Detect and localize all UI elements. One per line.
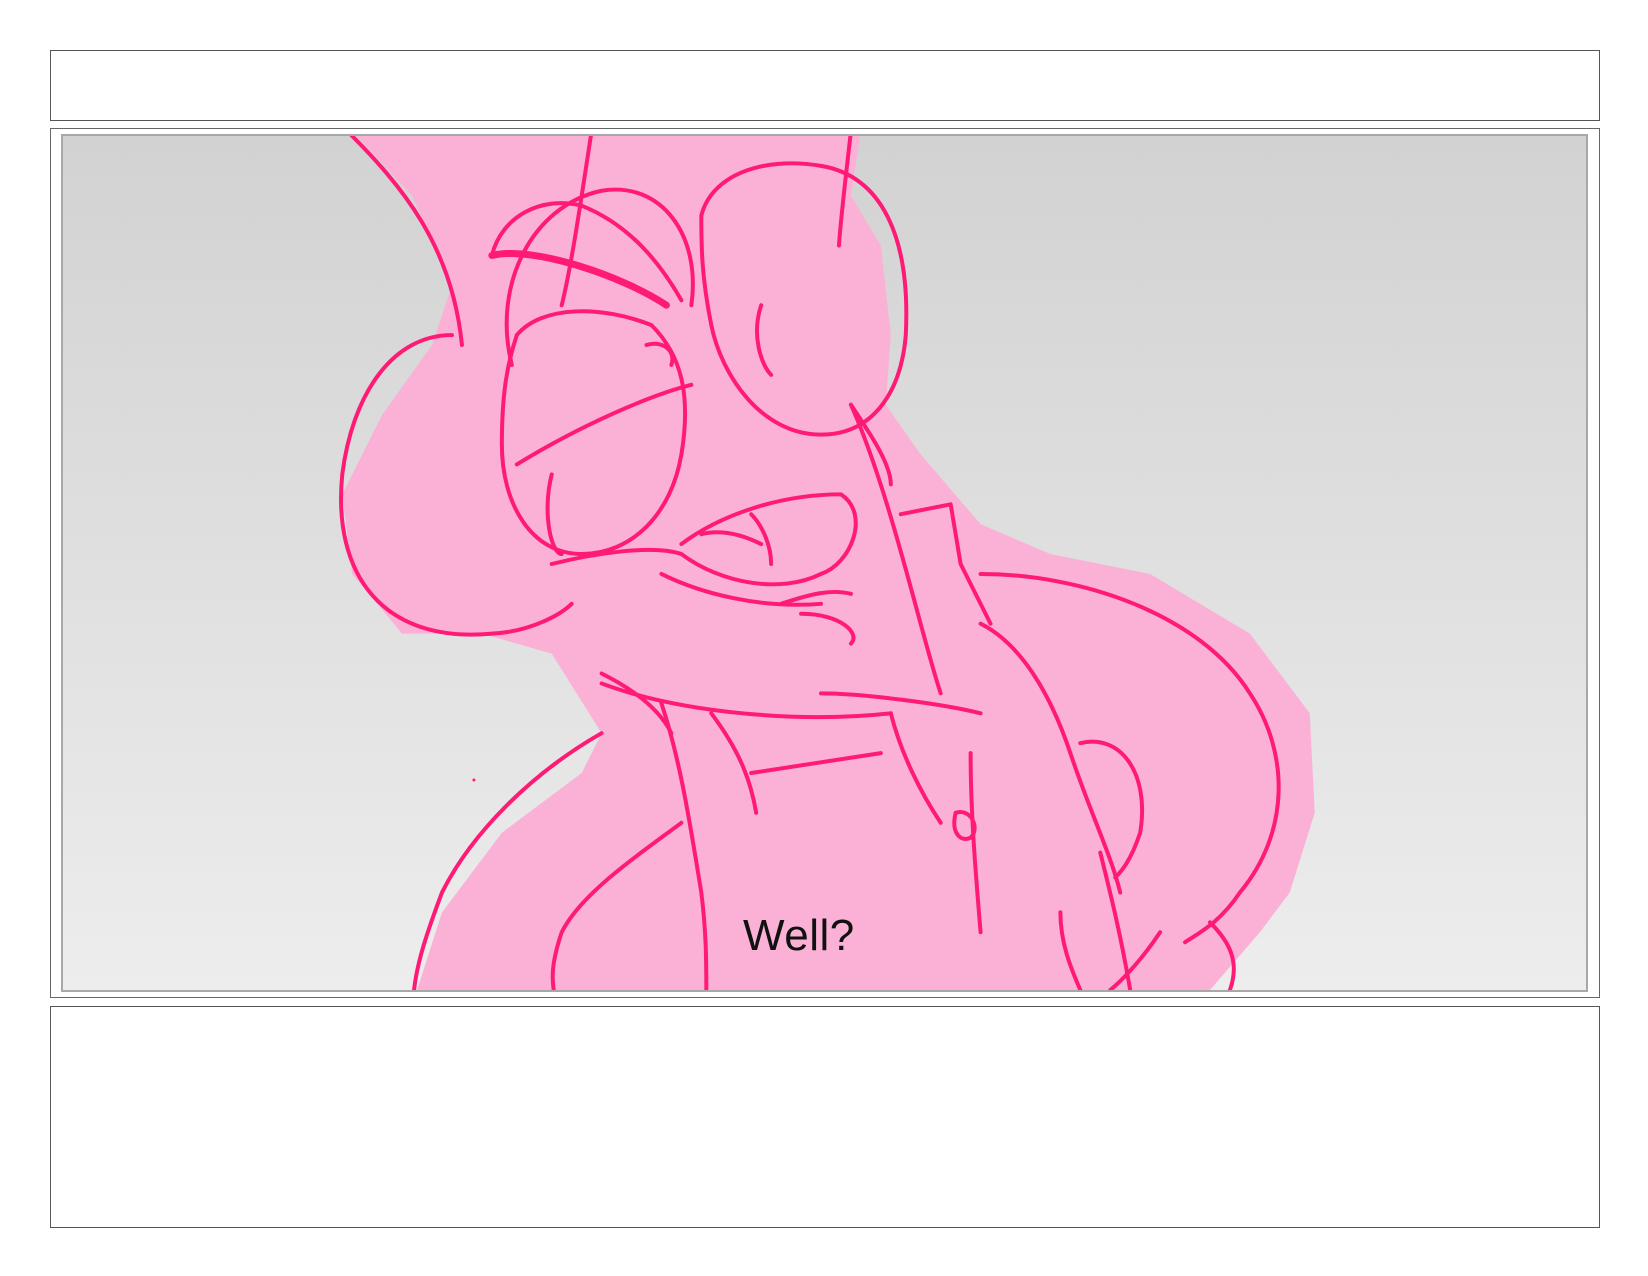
storyboard-panel: Well? — [61, 134, 1588, 992]
header-box — [50, 50, 1600, 121]
notes-box — [50, 1006, 1600, 1228]
dialogue-caption: Well? — [743, 911, 855, 960]
character-sketch — [339, 136, 1315, 990]
